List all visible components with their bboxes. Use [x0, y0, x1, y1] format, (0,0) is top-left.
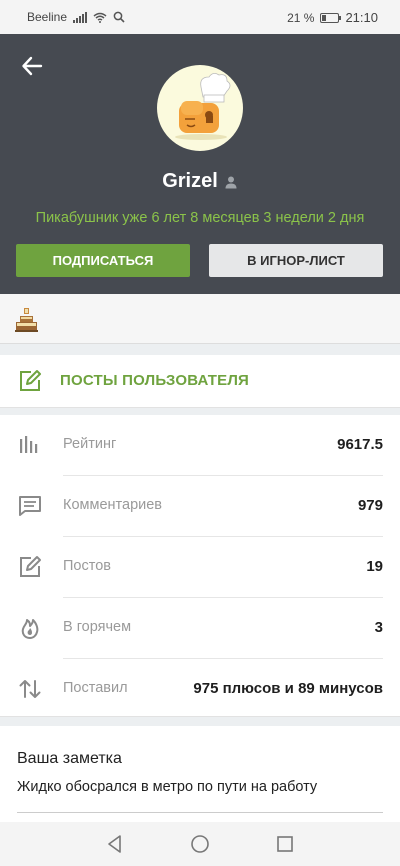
stat-label: Поставил [63, 680, 128, 696]
status-bar: Beeline 21 % 21:10 [0, 0, 400, 34]
up-down-arrows-icon [19, 680, 41, 698]
edit-icon [20, 370, 41, 391]
arrow-left-icon [22, 56, 43, 76]
stat-label: Постов [63, 558, 111, 574]
awards-bar [0, 294, 400, 344]
user-note[interactable]: Ваша заметка Жидко обосрался в метро по … [0, 726, 400, 822]
tenure-text: Пикабушник уже 6 лет 8 месяцев 3 недели … [35, 210, 365, 226]
user-posts-label: ПОСТЫ ПОЛЬЗОВАТЕЛЯ [60, 372, 250, 389]
ignore-list-button[interactable]: В ИГНОР-ЛИСТ [209, 244, 383, 277]
note-title: Ваша заметка [17, 750, 122, 767]
wifi-icon [93, 12, 107, 23]
bar-chart-icon [20, 436, 38, 453]
stat-value: 975 плюсов и 89 минусов [193, 680, 383, 697]
stat-row-posts: Постов 19 [0, 537, 400, 598]
search-icon [113, 11, 125, 23]
stat-value: 3 [374, 619, 383, 636]
cake-award-icon [15, 308, 38, 332]
stat-value: 979 [357, 497, 383, 514]
nav-recents-icon[interactable] [275, 834, 295, 854]
comment-icon [19, 496, 41, 516]
stat-row-rating: Рейтинг 9617.5 [0, 415, 400, 476]
username: Grizel [162, 170, 218, 192]
person-icon [225, 176, 237, 188]
stat-label: Комментариев [63, 497, 162, 513]
stat-row-comments: Комментариев 979 [0, 476, 400, 537]
stats-list: Рейтинг 9617.5 Комментариев 979 Постов 1… [0, 415, 400, 717]
stat-value: 9617.5 [337, 436, 383, 453]
battery-percent: 21 % [287, 10, 315, 25]
signal-icon [73, 11, 88, 23]
nav-back-icon[interactable] [105, 834, 125, 854]
edit-icon [20, 556, 41, 577]
avatar [157, 65, 243, 151]
clock: 21:10 [345, 10, 378, 25]
stat-value: 19 [366, 558, 383, 575]
note-text[interactable]: Жидко обосрался в метро по пути на работ… [17, 779, 317, 795]
system-nav-bar [0, 822, 400, 866]
profile-header: Grizel Пикабушник уже 6 лет 8 месяцев 3 … [0, 34, 400, 294]
divider [17, 812, 383, 813]
stat-row-votes: Поставил 975 плюсов и 89 минусов [0, 659, 400, 720]
carrier-name: Beeline [27, 10, 68, 24]
back-button[interactable] [18, 52, 46, 80]
subscribe-button[interactable]: ПОДПИСАТЬСЯ [16, 244, 190, 277]
username-row: Grizel [0, 170, 400, 193]
award-badge[interactable] [14, 306, 38, 332]
user-posts-link[interactable]: ПОСТЫ ПОЛЬЗОВАТЕЛЯ [0, 355, 400, 408]
fire-icon [21, 619, 39, 639]
battery-icon [320, 12, 342, 23]
stat-row-hot: В горячем 3 [0, 598, 400, 659]
chef-toast-avatar-icon [175, 73, 231, 140]
stat-label: Рейтинг [63, 436, 117, 452]
nav-home-icon[interactable] [190, 834, 210, 854]
stat-label: В горячем [63, 619, 132, 635]
